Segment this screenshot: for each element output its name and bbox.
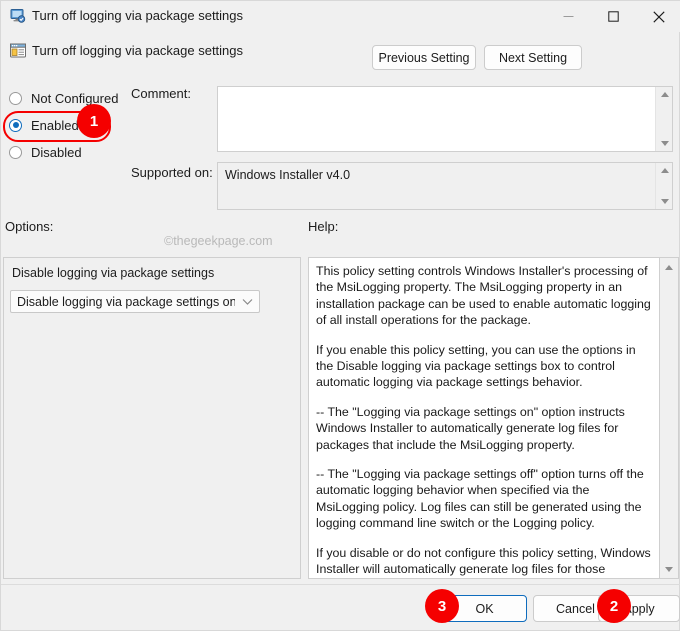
group-policy-setting-dialog: Turn off logging via package settings Tu… [0, 0, 680, 631]
window-title: Turn off logging via package settings [32, 7, 243, 24]
help-paragraph: -- The "Logging via package settings off… [316, 466, 651, 532]
not-configured-label: Not Configured [31, 91, 118, 106]
enabled-radio[interactable]: Enabled [9, 115, 79, 135]
setting-title: Turn off logging via package settings [32, 42, 243, 60]
disabled-label: Disabled [31, 145, 82, 160]
radio-indicator-disabled [9, 146, 22, 159]
options-panel: Disable logging via package settings Dis… [3, 257, 301, 579]
options-label: Options: [5, 219, 53, 234]
supported-on-field: Windows Installer v4.0 [217, 162, 673, 210]
ok-button[interactable]: OK [442, 595, 527, 622]
title-bar: Turn off logging via package settings [1, 1, 680, 32]
minimize-button[interactable] [546, 1, 591, 32]
scroll-up-icon[interactable] [656, 87, 673, 102]
comment-label: Comment: [131, 86, 191, 101]
scroll-down-icon[interactable] [656, 194, 673, 209]
comment-scrollbar[interactable] [655, 87, 672, 151]
options-caption: Disable logging via package settings [12, 266, 214, 280]
enabled-label: Enabled [31, 118, 79, 133]
policy-monitor-icon [9, 7, 26, 24]
radio-indicator-not-configured [9, 92, 22, 105]
help-paragraph: This policy setting controls Windows Ins… [316, 263, 651, 329]
dropdown-selected-value: Disable logging via package settings on [17, 295, 235, 309]
footer-divider [1, 584, 680, 585]
help-scrollbar[interactable] [660, 258, 678, 578]
help-panel: This policy setting controls Windows Ins… [308, 257, 679, 579]
annotation-badge-1: 1 [77, 104, 111, 138]
scroll-up-icon[interactable] [656, 163, 673, 178]
scroll-down-icon[interactable] [656, 136, 673, 151]
supported-on-label: Supported on: [131, 165, 213, 180]
help-text: This policy setting controls Windows Ins… [309, 258, 660, 578]
help-label: Help: [308, 219, 338, 234]
chevron-down-icon [235, 298, 259, 306]
next-setting-button[interactable]: Next Setting [484, 45, 582, 70]
supported-on-value: Windows Installer v4.0 [225, 168, 350, 182]
policy-setting-icon [9, 42, 27, 60]
supported-on-scrollbar[interactable] [655, 163, 672, 209]
radio-indicator-enabled [9, 119, 22, 132]
watermark: ©thegeekpage.com [164, 234, 273, 248]
not-configured-radio[interactable]: Not Configured [9, 88, 118, 108]
scroll-down-icon[interactable] [660, 561, 678, 577]
close-button[interactable] [636, 1, 680, 32]
help-paragraph: -- The "Logging via package settings on"… [316, 404, 651, 453]
help-paragraph: If you enable this policy setting, you c… [316, 342, 651, 391]
disabled-radio[interactable]: Disabled [9, 142, 82, 162]
maximize-button[interactable] [591, 1, 636, 32]
scroll-up-icon[interactable] [660, 259, 678, 275]
disable-logging-dropdown[interactable]: Disable logging via package settings on [10, 290, 260, 313]
apply-button[interactable]: Apply [598, 595, 680, 622]
help-paragraph: If you disable or do not configure this … [316, 545, 651, 578]
comment-field[interactable] [217, 86, 673, 152]
previous-setting-button[interactable]: Previous Setting [372, 45, 476, 70]
